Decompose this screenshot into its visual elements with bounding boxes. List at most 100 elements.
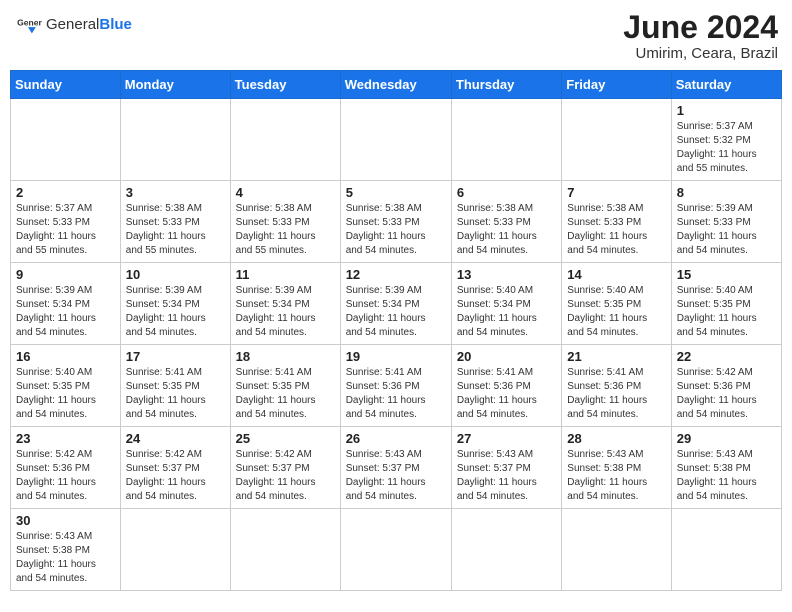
day-info: Sunrise: 5:42 AM Sunset: 5:36 PM Dayligh…: [16, 448, 115, 504]
calendar-cell: [451, 99, 561, 181]
day-info: Sunrise: 5:42 AM Sunset: 5:36 PM Dayligh…: [677, 366, 776, 422]
calendar-cell: 22 Sunrise: 5:42 AM Sunset: 5:36 PM Dayli…: [671, 345, 781, 427]
day-number: 11: [236, 267, 335, 282]
day-number: 14: [567, 267, 665, 282]
day-info: Sunrise: 5:43 AM Sunset: 5:37 PM Dayligh…: [346, 448, 446, 504]
calendar-week-row: 30Sunrise: 5:43 AM Sunset: 5:38 PM Dayli…: [11, 509, 782, 591]
day-number: 2: [16, 185, 115, 200]
day-header-monday: Monday: [120, 71, 230, 99]
calendar-cell: 18Sunrise: 5:41 AM Sunset: 5:35 PM Dayli…: [230, 345, 340, 427]
calendar-cell: 7 Sunrise: 5:38 AM Sunset: 5:33 PM Daylig…: [562, 181, 671, 263]
calendar-cell: 21 Sunrise: 5:41 AM Sunset: 5:36 PM Dayli…: [562, 345, 671, 427]
calendar-week-row: 23 Sunrise: 5:42 AM Sunset: 5:36 PM Dayli…: [11, 427, 782, 509]
month-title: June 2024: [623, 10, 778, 45]
day-header-friday: Friday: [562, 71, 671, 99]
calendar-cell: [451, 509, 561, 591]
calendar-cell: 1 Sunrise: 5:37 AM Sunset: 5:32 PM Daylig…: [671, 99, 781, 181]
calendar-cell: [671, 509, 781, 591]
day-number: 15: [677, 267, 776, 282]
calendar-cell: 28 Sunrise: 5:43 AM Sunset: 5:38 PM Dayli…: [562, 427, 671, 509]
location: Umirim, Ceara, Brazil: [623, 45, 778, 62]
day-number: 25: [236, 431, 335, 446]
calendar-cell: [230, 509, 340, 591]
calendar-cell: 17Sunrise: 5:41 AM Sunset: 5:35 PM Dayli…: [120, 345, 230, 427]
day-header-wednesday: Wednesday: [340, 71, 451, 99]
calendar-week-row: 9 Sunrise: 5:39 AM Sunset: 5:34 PM Daylig…: [11, 263, 782, 345]
calendar-cell: 6Sunrise: 5:38 AM Sunset: 5:33 PM Daylig…: [451, 181, 561, 263]
day-number: 20: [457, 349, 556, 364]
calendar-cell: 30Sunrise: 5:43 AM Sunset: 5:38 PM Dayli…: [11, 509, 121, 591]
day-info: Sunrise: 5:38 AM Sunset: 5:33 PM Dayligh…: [457, 202, 556, 258]
day-info: Sunrise: 5:40 AM Sunset: 5:35 PM Dayligh…: [677, 284, 776, 340]
day-number: 1: [677, 103, 776, 118]
day-info: Sunrise: 5:43 AM Sunset: 5:38 PM Dayligh…: [16, 530, 115, 586]
day-number: 7: [567, 185, 665, 200]
calendar-cell: 11 Sunrise: 5:39 AM Sunset: 5:34 PM Dayli…: [230, 263, 340, 345]
logo-blue: Blue: [99, 16, 132, 33]
calendar-cell: 24Sunrise: 5:42 AM Sunset: 5:37 PM Dayli…: [120, 427, 230, 509]
day-number: 26: [346, 431, 446, 446]
calendar-cell: 25 Sunrise: 5:42 AM Sunset: 5:37 PM Dayli…: [230, 427, 340, 509]
day-info: Sunrise: 5:38 AM Sunset: 5:33 PM Dayligh…: [567, 202, 665, 258]
day-info: Sunrise: 5:39 AM Sunset: 5:34 PM Dayligh…: [16, 284, 115, 340]
day-info: Sunrise: 5:39 AM Sunset: 5:34 PM Dayligh…: [346, 284, 446, 340]
calendar-cell: 26 Sunrise: 5:43 AM Sunset: 5:37 PM Dayli…: [340, 427, 451, 509]
day-info: Sunrise: 5:40 AM Sunset: 5:35 PM Dayligh…: [16, 366, 115, 422]
day-info: Sunrise: 5:40 AM Sunset: 5:34 PM Dayligh…: [457, 284, 556, 340]
day-info: Sunrise: 5:43 AM Sunset: 5:38 PM Dayligh…: [677, 448, 776, 504]
calendar-cell: 4 Sunrise: 5:38 AM Sunset: 5:33 PM Daylig…: [230, 181, 340, 263]
calendar-cell: 5Sunrise: 5:38 AM Sunset: 5:33 PM Daylig…: [340, 181, 451, 263]
day-number: 9: [16, 267, 115, 282]
calendar-cell: [340, 99, 451, 181]
calendar-week-row: 1 Sunrise: 5:37 AM Sunset: 5:32 PM Daylig…: [11, 99, 782, 181]
day-number: 22: [677, 349, 776, 364]
day-number: 4: [236, 185, 335, 200]
calendar-cell: 2Sunrise: 5:37 AM Sunset: 5:33 PM Daylig…: [11, 181, 121, 263]
day-info: Sunrise: 5:38 AM Sunset: 5:33 PM Dayligh…: [126, 202, 225, 258]
day-info: Sunrise: 5:38 AM Sunset: 5:33 PM Dayligh…: [346, 202, 446, 258]
day-number: 28: [567, 431, 665, 446]
calendar-cell: 15 Sunrise: 5:40 AM Sunset: 5:35 PM Dayli…: [671, 263, 781, 345]
day-info: Sunrise: 5:38 AM Sunset: 5:33 PM Dayligh…: [236, 202, 335, 258]
calendar-cell: [120, 99, 230, 181]
day-number: 10: [126, 267, 225, 282]
day-number: 29: [677, 431, 776, 446]
calendar-cell: [11, 99, 121, 181]
day-info: Sunrise: 5:41 AM Sunset: 5:35 PM Dayligh…: [236, 366, 335, 422]
day-info: Sunrise: 5:42 AM Sunset: 5:37 PM Dayligh…: [236, 448, 335, 504]
day-info: Sunrise: 5:39 AM Sunset: 5:34 PM Dayligh…: [126, 284, 225, 340]
day-number: 3: [126, 185, 225, 200]
generalblue-logo-icon: General: [14, 10, 42, 38]
day-info: Sunrise: 5:43 AM Sunset: 5:38 PM Dayligh…: [567, 448, 665, 504]
calendar-cell: 19Sunrise: 5:41 AM Sunset: 5:36 PM Dayli…: [340, 345, 451, 427]
day-info: Sunrise: 5:39 AM Sunset: 5:34 PM Dayligh…: [236, 284, 335, 340]
day-info: Sunrise: 5:41 AM Sunset: 5:36 PM Dayligh…: [567, 366, 665, 422]
day-info: Sunrise: 5:40 AM Sunset: 5:35 PM Dayligh…: [567, 284, 665, 340]
calendar-cell: 13 Sunrise: 5:40 AM Sunset: 5:34 PM Dayli…: [451, 263, 561, 345]
calendar-cell: [562, 99, 671, 181]
calendar-cell: 3 Sunrise: 5:38 AM Sunset: 5:33 PM Daylig…: [120, 181, 230, 263]
calendar-cell: 20 Sunrise: 5:41 AM Sunset: 5:36 PM Dayli…: [451, 345, 561, 427]
calendar-cell: 10 Sunrise: 5:39 AM Sunset: 5:34 PM Dayli…: [120, 263, 230, 345]
calendar-cell: 23 Sunrise: 5:42 AM Sunset: 5:36 PM Dayli…: [11, 427, 121, 509]
day-number: 16: [16, 349, 115, 364]
logo: General GeneralBlue: [14, 10, 132, 38]
day-info: Sunrise: 5:37 AM Sunset: 5:32 PM Dayligh…: [677, 120, 776, 176]
calendar-cell: [562, 509, 671, 591]
day-number: 24: [126, 431, 225, 446]
day-number: 27: [457, 431, 556, 446]
day-info: Sunrise: 5:41 AM Sunset: 5:36 PM Dayligh…: [346, 366, 446, 422]
page-header: General GeneralBlue June 2024 Umirim, Ce…: [10, 10, 782, 62]
day-header-tuesday: Tuesday: [230, 71, 340, 99]
day-number: 12: [346, 267, 446, 282]
calendar-cell: 16 Sunrise: 5:40 AM Sunset: 5:35 PM Dayli…: [11, 345, 121, 427]
calendar-header-row: SundayMondayTuesdayWednesdayThursdayFrid…: [11, 71, 782, 99]
day-number: 23: [16, 431, 115, 446]
title-block: June 2024 Umirim, Ceara, Brazil: [623, 10, 778, 62]
calendar-cell: 14 Sunrise: 5:40 AM Sunset: 5:35 PM Dayli…: [562, 263, 671, 345]
svg-text:General: General: [17, 18, 42, 28]
day-info: Sunrise: 5:41 AM Sunset: 5:36 PM Dayligh…: [457, 366, 556, 422]
day-number: 13: [457, 267, 556, 282]
day-number: 21: [567, 349, 665, 364]
logo-general: General: [46, 16, 99, 33]
